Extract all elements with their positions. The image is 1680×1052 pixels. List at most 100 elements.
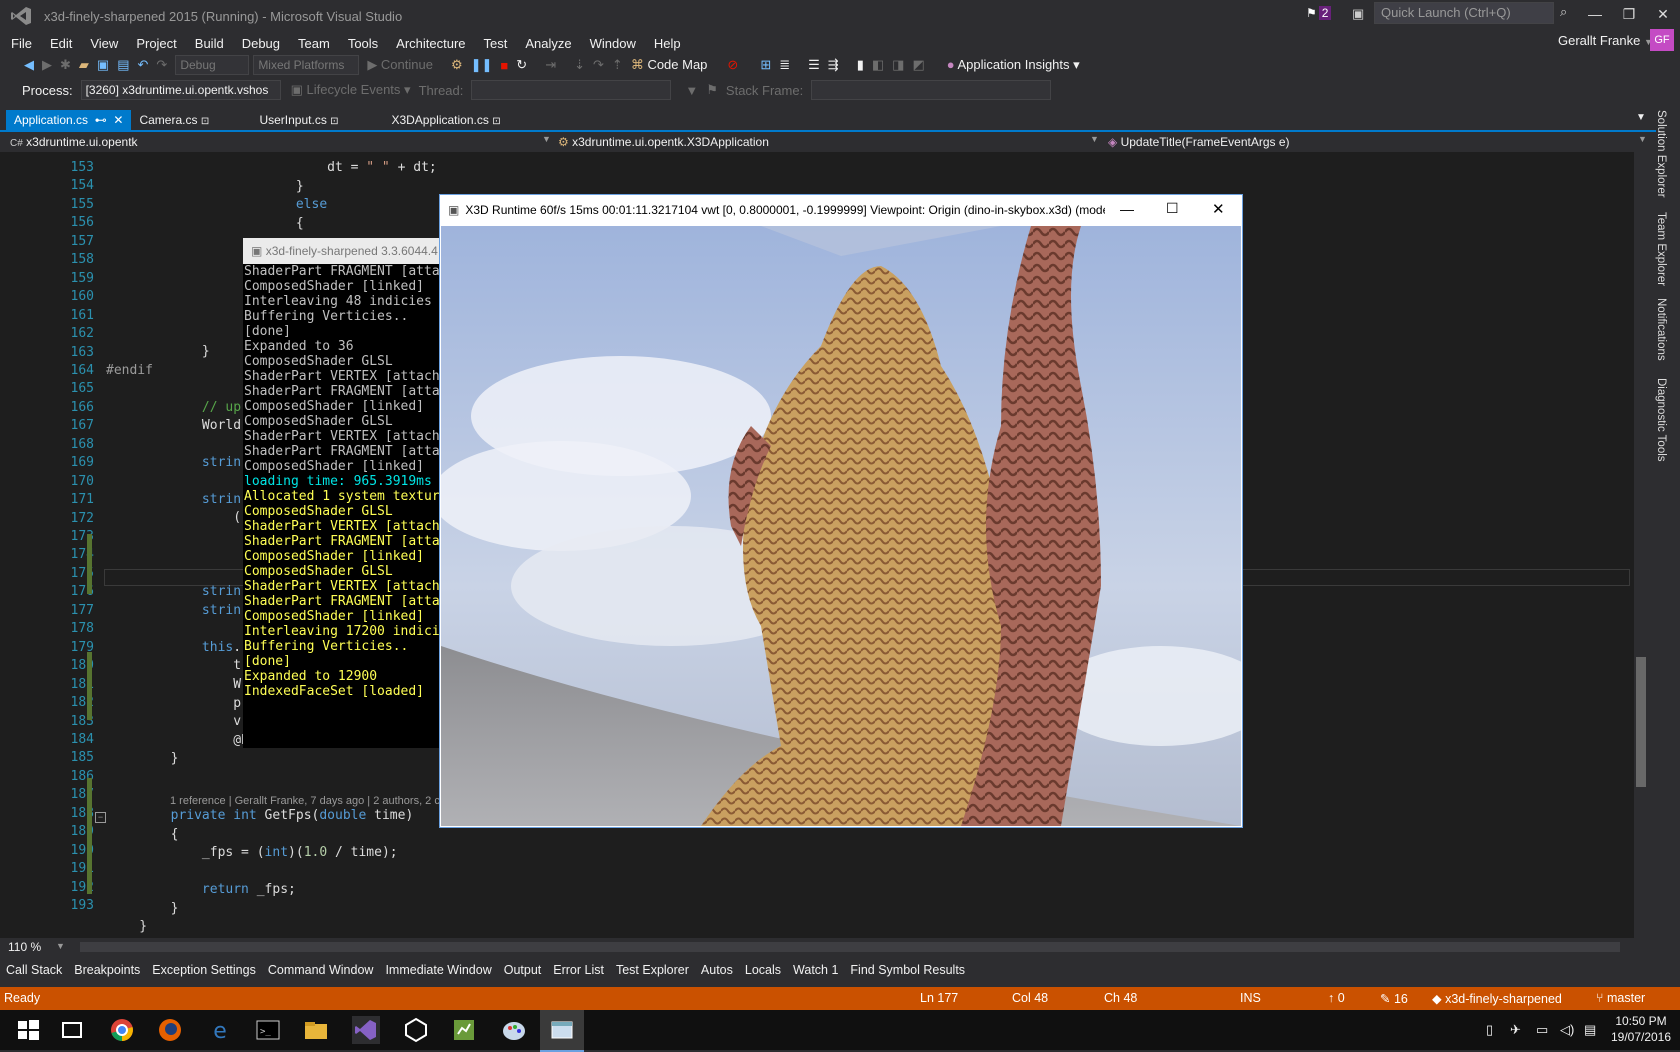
vertical-scrollbar[interactable] xyxy=(1634,152,1648,938)
search-icon[interactable]: ⌕ xyxy=(1560,4,1567,20)
align-icon[interactable]: ☰ xyxy=(808,57,820,73)
tab-camera-cs[interactable]: Camera.cs ⊡ xyxy=(131,110,251,130)
collapse-icon[interactable]: − xyxy=(95,812,106,823)
close-icon[interactable]: ✕ xyxy=(113,113,123,127)
tab-find-symbol-results[interactable]: Find Symbol Results xyxy=(850,963,965,977)
windows-start-icon[interactable] xyxy=(14,1016,42,1044)
show-next-statement-icon[interactable]: ⇥ xyxy=(545,57,556,73)
paint-icon[interactable] xyxy=(500,1016,528,1044)
tab-autos[interactable]: Autos xyxy=(701,963,733,977)
comment-icon[interactable]: ⇶ xyxy=(828,57,839,73)
filter-icon[interactable]: ▼ xyxy=(685,83,698,98)
tab-exception-settings[interactable]: Exception Settings xyxy=(152,963,256,977)
menu-build[interactable]: Build xyxy=(195,36,224,51)
pending-changes[interactable]: ✎ 16 xyxy=(1380,991,1408,1006)
menu-edit[interactable]: Edit xyxy=(50,36,72,51)
menu-window[interactable]: Window xyxy=(590,36,636,51)
undo-icon[interactable]: ↶ xyxy=(138,57,149,73)
maximize-button[interactable]: ☐ xyxy=(1166,200,1179,217)
branch-selector[interactable]: ⑂ master xyxy=(1596,991,1645,1005)
diagnostic-tools-tab[interactable]: Diagnostic Tools xyxy=(1655,378,1667,462)
menu-analyze[interactable]: Analyze xyxy=(525,36,571,51)
menu-tools[interactable]: Tools xyxy=(348,36,378,51)
save-all-icon[interactable]: ▤ xyxy=(117,57,129,73)
diagnostics-icon[interactable]: ⊘ xyxy=(727,57,738,73)
tab-userinput-cs[interactable]: UserInput.cs ⊡ xyxy=(251,110,383,130)
member-dropdown[interactable]: ◈ UpdateTitle(FrameEventArgs e) xyxy=(1108,133,1628,151)
close-button[interactable]: ✕ xyxy=(1646,0,1680,28)
avatar[interactable]: GF xyxy=(1650,29,1674,51)
tab-application-cs[interactable]: Application.cs ⊷ ✕ xyxy=(6,110,132,130)
close-button[interactable]: ✕ xyxy=(1212,200,1225,218)
file-explorer-icon[interactable] xyxy=(302,1016,330,1044)
menu-debug[interactable]: Debug xyxy=(242,36,280,51)
user-account[interactable]: Gerallt Franke ▼ xyxy=(1558,33,1653,48)
unity-icon[interactable] xyxy=(402,1016,430,1044)
menu-project[interactable]: Project xyxy=(136,36,176,51)
minimize-button[interactable]: — xyxy=(1120,201,1134,217)
firefox-icon[interactable] xyxy=(156,1016,184,1044)
tab-error-list[interactable]: Error List xyxy=(553,963,604,977)
tab-x3dapplication-cs[interactable]: X3DApplication.cs ⊡ xyxy=(383,110,508,130)
stop-debugging-icon[interactable]: ■ xyxy=(500,58,508,73)
tab-immediate-window[interactable]: Immediate Window xyxy=(385,963,491,977)
restart-icon[interactable]: ↻ xyxy=(516,57,527,73)
team-explorer-tab[interactable]: Team Explorer xyxy=(1655,212,1667,286)
3d-viewport[interactable] xyxy=(441,226,1241,826)
action-center-icon[interactable]: ▤ xyxy=(1584,1022,1596,1038)
menu-view[interactable]: View xyxy=(90,36,118,51)
x3d-runtime-task[interactable] xyxy=(540,1010,584,1052)
visual-studio-icon[interactable] xyxy=(352,1016,380,1044)
step-over-icon[interactable]: ↷ xyxy=(593,57,604,73)
project-dropdown[interactable]: C# x3druntime.ui.opentk xyxy=(10,133,550,151)
clear-bookmarks-icon[interactable]: ◩ xyxy=(912,57,924,73)
list-icon[interactable]: ≣ xyxy=(779,57,790,73)
open-file-icon[interactable]: ▰ xyxy=(79,57,89,73)
tab-output[interactable]: Output xyxy=(504,963,542,977)
unpushed-commits[interactable]: ↑ 0 xyxy=(1328,991,1345,1005)
step-into-icon[interactable]: ⇣ xyxy=(574,57,585,73)
bookmark-icon[interactable]: ▮ xyxy=(857,57,864,73)
tab-test-explorer[interactable]: Test Explorer xyxy=(616,963,689,977)
notifications-flag[interactable]: ⚑ 2 xyxy=(1306,6,1332,20)
next-bookmark-icon[interactable]: ◨ xyxy=(892,57,904,73)
menu-team[interactable]: Team xyxy=(298,36,330,51)
x3d-title-bar[interactable]: ▣ X3D Runtime 60f/s 15ms 00:01:11.321710… xyxy=(440,195,1242,225)
step-out-icon[interactable]: ⇡ xyxy=(612,57,623,73)
spreadsheet-icon[interactable] xyxy=(450,1016,478,1044)
scrollbar-thumb[interactable] xyxy=(1636,657,1646,787)
tab-watch-1[interactable]: Watch 1 xyxy=(793,963,838,977)
attach-icon[interactable]: ⚙ xyxy=(451,57,463,73)
code-map-button[interactable]: ⌘ Code Map xyxy=(631,57,708,73)
console-window[interactable]: ShaderPart FRAGMENT [atta ComposedShader … xyxy=(243,238,443,748)
lifecycle-events-button[interactable]: ▣ Lifecycle Events ▾ xyxy=(291,82,411,98)
solution-explorer-tab[interactable]: Solution Explorer xyxy=(1655,110,1667,198)
class-dropdown[interactable]: ⚙ x3druntime.ui.opentk.X3DApplication xyxy=(558,133,1098,151)
horizontal-scrollbar[interactable] xyxy=(80,942,1620,952)
save-icon[interactable]: ▣ xyxy=(97,57,109,73)
minimize-button[interactable]: — xyxy=(1578,0,1612,28)
back-icon[interactable]: ◀ xyxy=(24,57,34,73)
console-title-bar[interactable]: ▣ x3d-finely-sharpened 3.3.6044.4 xyxy=(243,238,443,264)
process-select[interactable]: [3260] x3druntime.ui.opentk.vshos xyxy=(80,80,281,100)
keyboard-icon[interactable]: ▭ xyxy=(1536,1022,1548,1038)
new-project-icon[interactable]: ✱ xyxy=(60,57,71,73)
quick-launch-input[interactable]: Quick Launch (Ctrl+Q) xyxy=(1374,2,1554,24)
menu-help[interactable]: Help xyxy=(654,36,681,51)
menu-file[interactable]: File xyxy=(11,36,32,51)
zoom-level[interactable]: 110 % xyxy=(8,940,41,954)
solution-platform-select[interactable]: Mixed Platforms xyxy=(253,55,360,75)
solution-config-select[interactable]: Debug xyxy=(175,55,250,75)
network-icon[interactable]: ✈ xyxy=(1510,1022,1521,1038)
chrome-icon[interactable] xyxy=(108,1016,136,1044)
command-prompt-icon[interactable]: >_ xyxy=(254,1016,282,1044)
prev-bookmark-icon[interactable]: ◧ xyxy=(872,57,884,73)
redo-icon[interactable]: ↷ xyxy=(156,57,167,73)
stack-frame-select[interactable] xyxy=(811,80,1052,100)
tab-overflow-icon[interactable]: ▼ xyxy=(1636,112,1646,123)
tab-command-window[interactable]: Command Window xyxy=(268,963,374,977)
menu-test[interactable]: Test xyxy=(484,36,508,51)
tab-call-stack[interactable]: Call Stack xyxy=(6,963,62,977)
tab-breakpoints[interactable]: Breakpoints xyxy=(74,963,140,977)
feedback-icon[interactable]: ▣ xyxy=(1352,6,1364,22)
